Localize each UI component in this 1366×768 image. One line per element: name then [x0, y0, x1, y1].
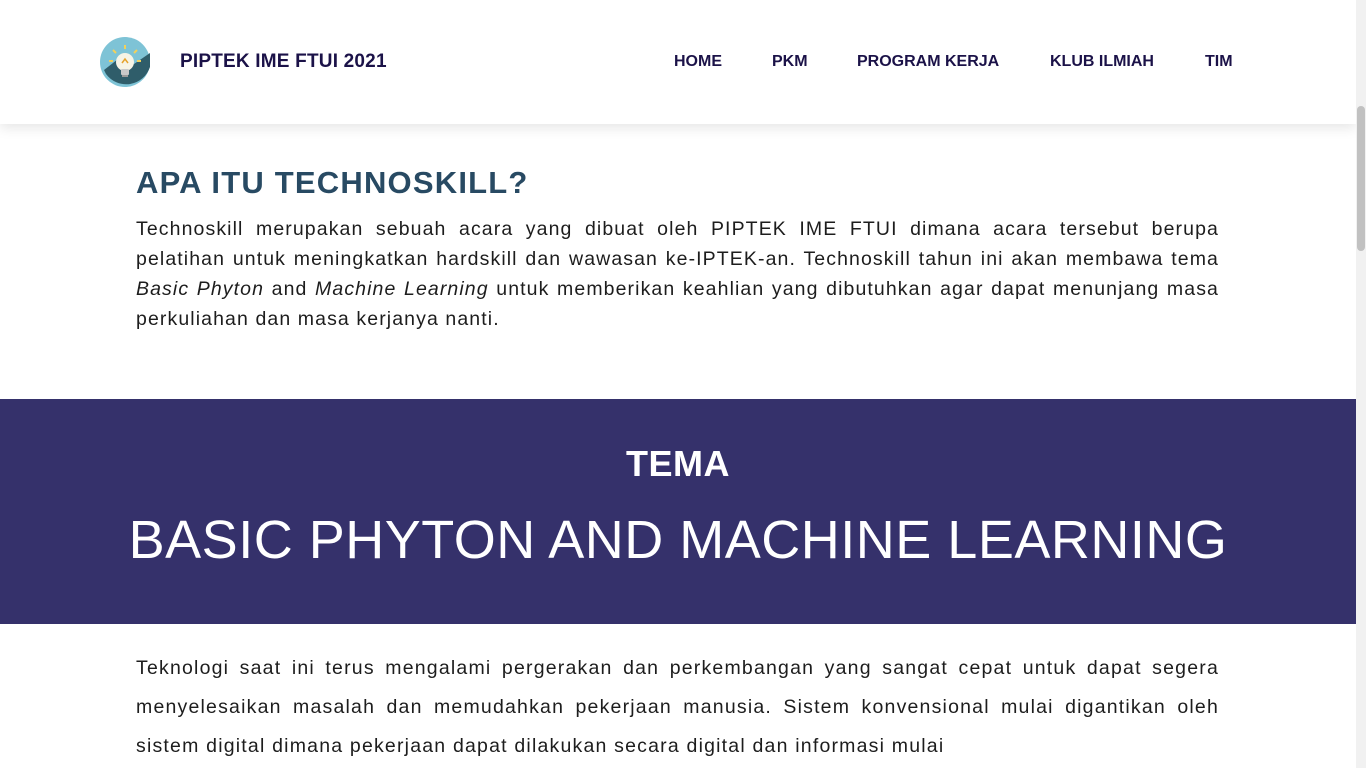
body-paragraph: Teknologi saat ini terus mengalami perge… [136, 657, 1219, 757]
nav-program-kerja[interactable]: PROGRAM KERJA [857, 53, 999, 71]
nav-pkm[interactable]: PKM [772, 53, 808, 71]
nav-tim[interactable]: TIM [1205, 53, 1233, 71]
site-header: PIPTEK IME FTUI 2021 HOME PKM PROGRAM KE… [0, 0, 1356, 124]
intro-text-part1: Technoskill merupakan sebuah acara yang … [136, 218, 1219, 270]
theme-banner: TEMA BASIC PHYTON AND MACHINE LEARNING [0, 399, 1356, 624]
theme-label: TEMA [626, 443, 730, 484]
intro-paragraph: Technoskill merupakan sebuah acara yang … [136, 214, 1219, 334]
nav-klub-ilmiah[interactable]: KLUB ILMIAH [1050, 53, 1154, 71]
intro-title: APA ITU TECHNOSKILL? [136, 165, 529, 200]
theme-value: BASIC PHYTON AND MACHINE LEARNING [128, 510, 1228, 570]
scrollbar-thumb[interactable] [1357, 106, 1365, 251]
main-nav: HOME PKM PROGRAM KERJA KLUB ILMIAH TIM [0, 53, 1356, 73]
page: PIPTEK IME FTUI 2021 HOME PKM PROGRAM KE… [0, 0, 1356, 768]
page-scrollbar[interactable] [1356, 0, 1366, 768]
intro-italic-basic-phyton: Basic Phyton [136, 278, 265, 300]
intro-italic-machine-learning: Machine Learning [315, 278, 489, 300]
nav-home[interactable]: HOME [674, 53, 722, 71]
intro-text-part2: and [264, 278, 316, 300]
